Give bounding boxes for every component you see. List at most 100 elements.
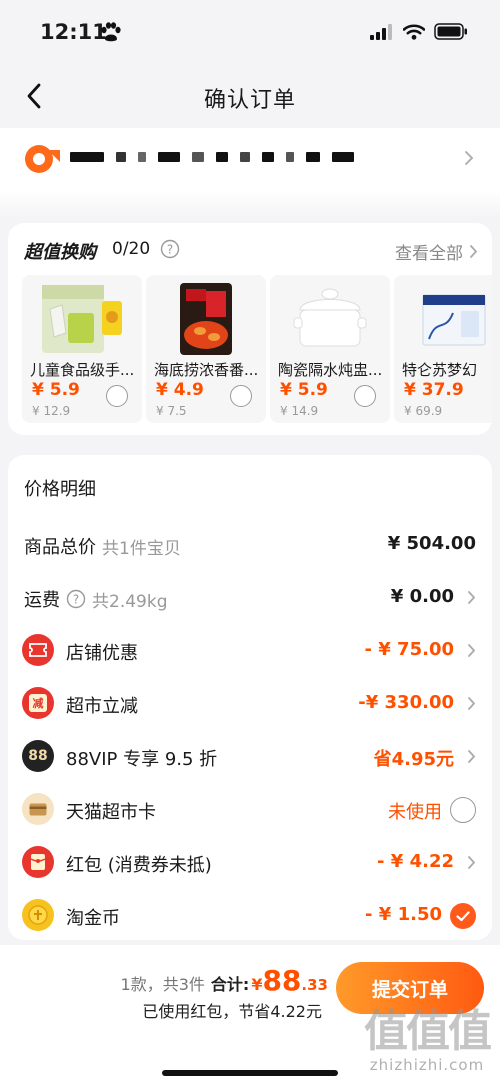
swap-card: 超值换购 0/20 ? 查看全部 儿童食品级手... ¥ 5.9 ¥ 12.9 … [8, 223, 492, 435]
address-redacted [70, 152, 354, 162]
status-bar: 12:11 [0, 0, 500, 64]
row-label: 超市立减 [66, 696, 138, 717]
red-packet-icon [22, 846, 54, 878]
row-red-packet[interactable]: 红包 (消费券未抵) - ¥ 4.22 [8, 843, 492, 883]
row-value: 未使用 [388, 802, 442, 823]
product-select-radio[interactable] [230, 385, 252, 407]
row-value: ¥ 504.00 [387, 533, 476, 554]
location-icon [25, 145, 60, 173]
ceramic-pot-icon [280, 281, 380, 357]
row-label: 运费 [24, 590, 60, 611]
coupon-ticket-icon [22, 634, 54, 666]
discount-badge-icon: 减 [22, 687, 54, 719]
row-label: 天猫超市卡 [66, 802, 156, 823]
svg-text:?: ? [73, 593, 79, 607]
row-label: 商品总价 [24, 537, 96, 558]
product-price: ¥ 5.9 [280, 380, 328, 400]
chevron-right-icon [468, 591, 476, 604]
chevron-right-icon [468, 750, 476, 763]
product-name: 儿童食品级手... [30, 361, 135, 379]
help-icon[interactable]: ? [66, 589, 86, 609]
milk-box-icon [404, 281, 492, 357]
saving-note: 已使用红包，节省4.22元 [142, 1002, 322, 1021]
row-label: 店铺优惠 [66, 643, 138, 664]
address-card[interactable] [0, 128, 500, 190]
price-details-card: 价格明细 商品总价 共1件宝贝 ¥ 504.00 运费 ? 共2.49kg ¥ … [8, 455, 492, 940]
row-label: 淘金币 [66, 908, 120, 929]
total-integer: 88 [262, 964, 302, 997]
price-details-title: 价格明细 [24, 479, 96, 500]
watermark: 值值值 zhizhizhi.com [364, 1006, 492, 1075]
nav-bar: 确认订单 [0, 64, 500, 128]
row-goods-total: 商品总价 共1件宝贝 ¥ 504.00 [8, 525, 492, 565]
cellular-signal-icon [370, 23, 392, 40]
view-all-label: 查看全部 [395, 244, 463, 264]
total-label: 合计: [210, 975, 250, 994]
address-divider [0, 190, 500, 218]
status-time: 12:11 [40, 20, 107, 44]
row-88vip[interactable]: 88 88VIP 专享 9.5 折 省4.95元 [8, 737, 492, 777]
row-tmall-card[interactable]: 天猫超市卡 未使用 [8, 790, 492, 830]
product-select-radio[interactable] [106, 385, 128, 407]
product-card[interactable]: 海底捞浓香番... ¥ 4.9 ¥ 7.5 [146, 275, 266, 423]
row-label: 88VIP 专享 9.5 折 [66, 749, 218, 770]
chevron-right-icon [468, 644, 476, 657]
page-title: 确认订单 [203, 88, 296, 113]
chevron-right-icon [468, 856, 476, 869]
row-value: 省4.95元 [373, 749, 454, 770]
product-card[interactable]: 儿童食品级手... ¥ 5.9 ¥ 12.9 [22, 275, 142, 423]
home-indicator[interactable] [162, 1070, 338, 1076]
product-name: 海底捞浓香番... [154, 361, 259, 379]
row-value: -¥ 330.00 [358, 692, 454, 713]
product-card[interactable]: 特仑苏梦幻 ¥ 37.9 ¥ 69.9 [394, 275, 492, 423]
view-all-link[interactable]: 查看全部 [395, 239, 478, 264]
product-original-price: ¥ 12.9 [32, 404, 71, 418]
total-decimal: .33 [301, 976, 328, 994]
row-value: - ¥ 75.00 [364, 639, 454, 660]
swap-count: 0/20 [112, 239, 151, 259]
watermark-url: zhizhizhi.com [369, 1056, 485, 1074]
help-icon[interactable]: ? [160, 239, 180, 259]
swap-title: 超值换购 [24, 242, 96, 263]
svg-text:?: ? [167, 243, 173, 257]
product-price: ¥ 4.9 [156, 380, 204, 400]
gold-coin-icon [22, 899, 54, 931]
swap-products: 儿童食品级手... ¥ 5.9 ¥ 12.9 海底捞浓香番... ¥ 4.9 ¥… [22, 275, 492, 423]
row-taojinbi[interactable]: 淘金币 - ¥ 1.50 [8, 896, 492, 936]
row-value: - ¥ 4.22 [377, 851, 454, 872]
row-supermarket-discount[interactable]: 减 超市立减 -¥ 330.00 [8, 684, 492, 724]
total-currency: ¥ [251, 975, 263, 994]
product-original-price: ¥ 69.9 [404, 404, 443, 418]
item-count: 1款，共3件 [120, 975, 205, 994]
check-icon [456, 910, 470, 921]
tmall-card-radio[interactable] [450, 797, 476, 823]
product-name: 陶瓷隔水炖盅... [278, 361, 383, 379]
product-name: 特仑苏梦幻 [402, 361, 478, 379]
vip-88-icon: 88 [22, 740, 54, 772]
product-original-price: ¥ 7.5 [156, 404, 187, 418]
chevron-right-icon [468, 697, 476, 710]
row-sublabel: 共2.49kg [92, 591, 168, 612]
sauce-pack-icon [156, 281, 256, 357]
row-sublabel: 共1件宝贝 [102, 538, 181, 559]
row-label: 红包 (消费券未抵) [66, 855, 212, 876]
chevron-right-icon [465, 151, 474, 165]
gift-card-icon [22, 793, 54, 825]
paw-icon [101, 22, 121, 42]
row-value: ¥ 0.00 [390, 586, 454, 607]
chevron-right-icon [470, 245, 478, 258]
watermark-glyphs: 值值值 [364, 1006, 492, 1057]
product-select-radio[interactable] [354, 385, 376, 407]
product-price: ¥ 37.9 [404, 380, 464, 400]
row-value: - ¥ 1.50 [365, 904, 442, 925]
product-price: ¥ 5.9 [32, 380, 80, 400]
row-store-discount[interactable]: 店铺优惠 - ¥ 75.00 [8, 631, 492, 671]
order-total-summary: 1款，共3件 合计: ¥ 88 .33 [121, 964, 328, 997]
wifi-icon [403, 23, 425, 40]
taojinbi-checkbox[interactable] [450, 903, 476, 929]
row-shipping[interactable]: 运费 ? 共2.49kg ¥ 0.00 [8, 578, 492, 618]
product-original-price: ¥ 14.9 [280, 404, 319, 418]
product-card[interactable]: 陶瓷隔水炖盅... ¥ 5.9 ¥ 14.9 [270, 275, 390, 423]
gloves-pack-icon [32, 281, 132, 357]
battery-icon [434, 23, 467, 40]
